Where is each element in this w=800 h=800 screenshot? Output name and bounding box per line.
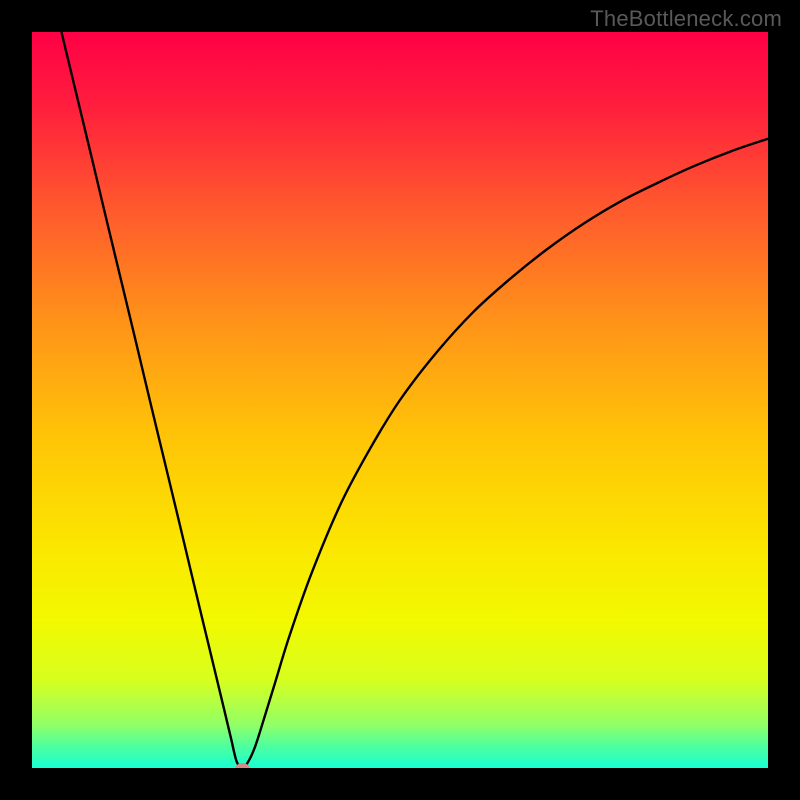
minimum-marker	[236, 763, 250, 768]
chart-plot-area	[32, 32, 768, 768]
chart-marker-layer	[32, 32, 768, 768]
watermark-label: TheBottleneck.com	[590, 6, 782, 32]
chart-frame: TheBottleneck.com	[0, 0, 800, 800]
